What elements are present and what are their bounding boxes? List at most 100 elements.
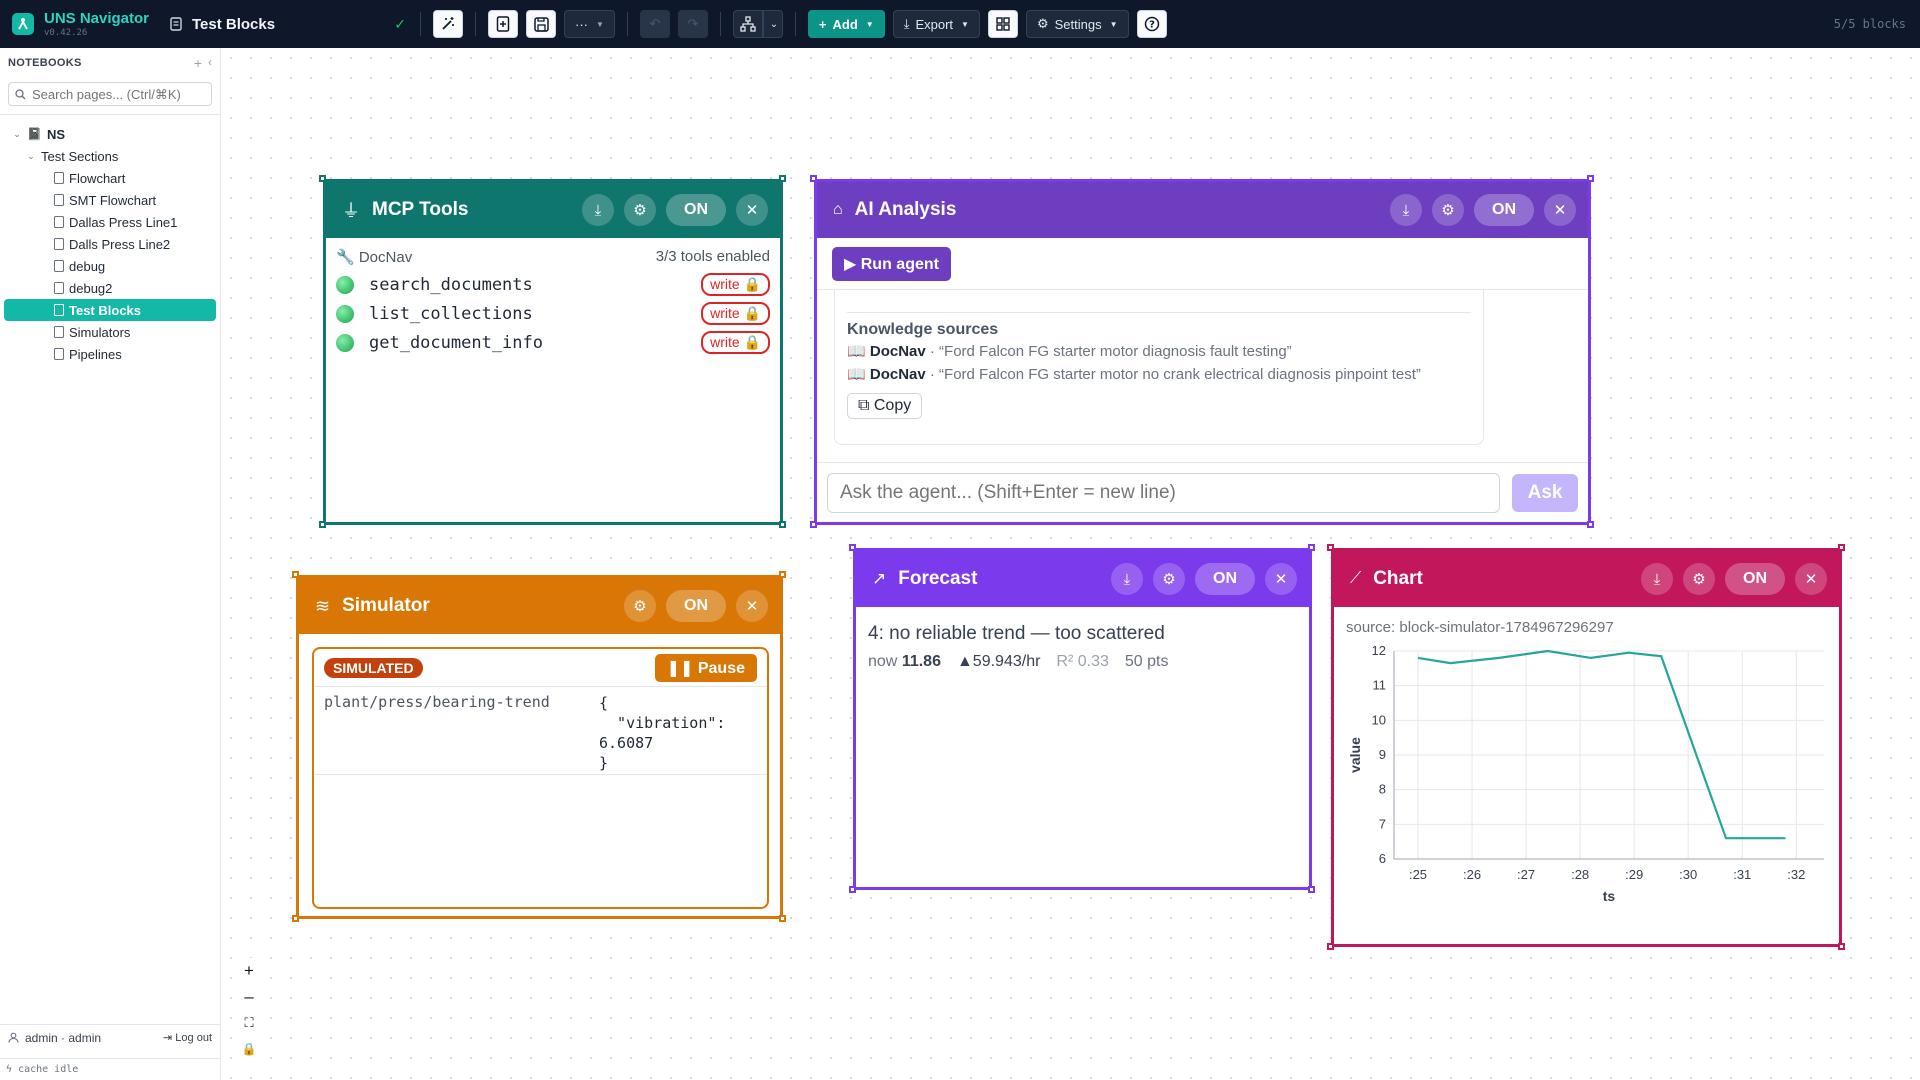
sidebar-page-item[interactable]: SMT Flowchart bbox=[4, 189, 216, 211]
ai-analysis-block[interactable]: ⌂ AI Analysis ⤓ ⚙ ON ✕ ▶ Run agent Knowl… bbox=[814, 179, 1591, 525]
resize-handle[interactable] bbox=[292, 571, 299, 578]
pause-button[interactable]: ❚❚ Pause bbox=[654, 653, 757, 682]
sidebar-page-item[interactable]: Dalls Press Line2 bbox=[4, 233, 216, 255]
resize-handle[interactable] bbox=[849, 886, 856, 893]
layout-button[interactable] bbox=[732, 10, 763, 38]
block-header[interactable]: ⟋ Chart ⤓ ⚙ ON ✕ bbox=[1334, 551, 1839, 607]
search-icon bbox=[15, 88, 26, 99]
resize-handle[interactable] bbox=[779, 521, 786, 528]
resize-handle[interactable] bbox=[319, 521, 326, 528]
copy-button[interactable]: ⧉ Copy bbox=[847, 393, 923, 419]
write-badge[interactable]: write 🔒 bbox=[701, 302, 770, 325]
redo-button[interactable]: ↷ bbox=[677, 10, 708, 38]
resize-handle[interactable] bbox=[1838, 544, 1845, 551]
resize-handle[interactable] bbox=[1308, 544, 1315, 551]
fit-view-button[interactable]: ⛶ bbox=[236, 1010, 262, 1036]
undo-button[interactable]: ↶ bbox=[639, 10, 670, 38]
search-input[interactable] bbox=[32, 86, 202, 102]
resize-handle[interactable] bbox=[1327, 544, 1334, 551]
sidebar-page-item[interactable]: Dallas Press Line1 bbox=[4, 211, 216, 233]
document-title[interactable]: Test Blocks ✓ bbox=[170, 16, 412, 33]
tool-row[interactable]: search_documents write 🔒 bbox=[326, 270, 780, 299]
layout-dropdown-button[interactable]: ⌄ bbox=[762, 10, 783, 38]
auto-layout-button[interactable] bbox=[433, 10, 463, 38]
more-menu-button[interactable]: ··· ▼ bbox=[564, 10, 615, 38]
resize-handle[interactable] bbox=[849, 544, 856, 551]
resize-handle[interactable] bbox=[319, 175, 326, 182]
page-search[interactable] bbox=[8, 82, 212, 106]
block-header[interactable]: ↗ Forecast ⤓ ⚙ ON ✕ bbox=[856, 551, 1309, 607]
settings-button[interactable]: ⚙ Settings ▼ bbox=[1025, 10, 1129, 38]
settings-button[interactable]: ⚙ bbox=[1432, 194, 1464, 226]
forecast-block[interactable]: ↗ Forecast ⤓ ⚙ ON ✕ 4: no reliable trend… bbox=[853, 548, 1312, 890]
resize-handle[interactable] bbox=[1838, 943, 1845, 950]
chevron-down-icon[interactable]: ⌄ bbox=[26, 151, 36, 162]
block-header[interactable]: ⏚ MCP Tools ⤓ ⚙ ON ✕ bbox=[326, 182, 780, 238]
on-toggle[interactable]: ON bbox=[666, 194, 726, 226]
resize-handle[interactable] bbox=[810, 521, 817, 528]
help-button[interactable]: ? bbox=[1136, 10, 1167, 38]
download-button[interactable]: ⤓ bbox=[1111, 563, 1143, 595]
on-toggle[interactable]: ON bbox=[666, 590, 726, 622]
resize-handle[interactable] bbox=[1308, 886, 1315, 893]
block-header[interactable]: ⌂ AI Analysis ⤓ ⚙ ON ✕ bbox=[817, 182, 1588, 238]
section-test-sections[interactable]: ⌄ Test Sections bbox=[4, 145, 216, 167]
close-button[interactable]: ✕ bbox=[1544, 194, 1576, 226]
simulator-block[interactable]: ≋ Simulator ⚙ ON ✕ SIMULATED ❚❚ Pause pl… bbox=[296, 575, 783, 919]
resize-handle[interactable] bbox=[1327, 943, 1334, 950]
close-button[interactable]: ✕ bbox=[736, 194, 768, 226]
sidebar-page-item[interactable]: Pipelines bbox=[4, 343, 216, 365]
notebook-ns[interactable]: ⌄ 📓 NS bbox=[4, 123, 216, 145]
zoom-in-button[interactable]: + bbox=[236, 958, 262, 984]
grid-view-button[interactable] bbox=[987, 10, 1018, 38]
on-toggle[interactable]: ON bbox=[1474, 194, 1534, 226]
resize-handle[interactable] bbox=[1587, 521, 1594, 528]
tool-row[interactable]: list_collections write 🔒 bbox=[326, 299, 780, 328]
chart-block[interactable]: ⟋ Chart ⤓ ⚙ ON ✕ source: block-simulator… bbox=[1331, 548, 1842, 947]
block-header[interactable]: ≋ Simulator ⚙ ON ✕ bbox=[299, 578, 780, 634]
add-notebook-icon[interactable]: + bbox=[194, 55, 202, 71]
tool-row[interactable]: get_document_info write 🔒 bbox=[326, 328, 780, 357]
resize-handle[interactable] bbox=[779, 915, 786, 922]
resize-handle[interactable] bbox=[779, 571, 786, 578]
sidebar-page-item[interactable]: Simulators bbox=[4, 321, 216, 343]
settings-button[interactable]: ⚙ bbox=[624, 194, 656, 226]
settings-button[interactable]: ⚙ bbox=[1683, 563, 1715, 595]
on-toggle[interactable]: ON bbox=[1195, 563, 1255, 595]
sidebar-page-item[interactable]: debug2 bbox=[4, 277, 216, 299]
mcp-tools-block[interactable]: ⏚ MCP Tools ⤓ ⚙ ON ✕ 🔧 DocNav 3/3 tools … bbox=[323, 179, 783, 525]
settings-button[interactable]: ⚙ bbox=[1153, 563, 1185, 595]
sidebar-page-item[interactable]: Flowchart bbox=[4, 167, 216, 189]
download-button[interactable]: ⤓ bbox=[1641, 563, 1673, 595]
export-button[interactable]: ⤓ Export ▼ bbox=[892, 10, 980, 38]
settings-button[interactable]: ⚙ bbox=[624, 590, 656, 622]
block-title: AI Analysis bbox=[854, 199, 957, 220]
sidebar-page-item[interactable]: debug bbox=[4, 255, 216, 277]
resize-handle[interactable] bbox=[1587, 175, 1594, 182]
ask-agent-input[interactable] bbox=[827, 472, 1500, 513]
close-button[interactable]: ✕ bbox=[1795, 563, 1827, 595]
resize-handle[interactable] bbox=[810, 175, 817, 182]
write-badge[interactable]: write 🔒 bbox=[701, 273, 770, 296]
new-page-button[interactable] bbox=[488, 10, 518, 38]
sidebar-page-item[interactable]: Test Blocks bbox=[4, 299, 216, 321]
collapse-sidebar-icon[interactable]: ‹ bbox=[208, 55, 212, 71]
download-button[interactable]: ⤓ bbox=[1390, 194, 1422, 226]
download-button[interactable]: ⤓ bbox=[582, 194, 614, 226]
on-toggle[interactable]: ON bbox=[1725, 563, 1785, 595]
close-button[interactable]: ✕ bbox=[1265, 563, 1297, 595]
add-block-button[interactable]: + Add ▼ bbox=[807, 10, 885, 38]
write-badge[interactable]: write 🔒 bbox=[701, 331, 770, 354]
resize-handle[interactable] bbox=[292, 915, 299, 922]
lock-button[interactable]: 🔒 bbox=[236, 1036, 262, 1062]
resize-handle[interactable] bbox=[779, 175, 786, 182]
logout-link[interactable]: ⇥ Log out bbox=[163, 1031, 212, 1044]
zoom-out-button[interactable]: – bbox=[236, 984, 262, 1010]
chevron-down-icon[interactable]: ⌄ bbox=[12, 129, 22, 140]
run-agent-button[interactable]: ▶ Run agent bbox=[832, 246, 951, 281]
save-button[interactable] bbox=[526, 10, 556, 38]
close-button[interactable]: ✕ bbox=[736, 590, 768, 622]
divider bbox=[626, 12, 628, 36]
robot-icon: ⌂ bbox=[833, 201, 843, 218]
ask-button[interactable]: Ask bbox=[1512, 473, 1578, 512]
